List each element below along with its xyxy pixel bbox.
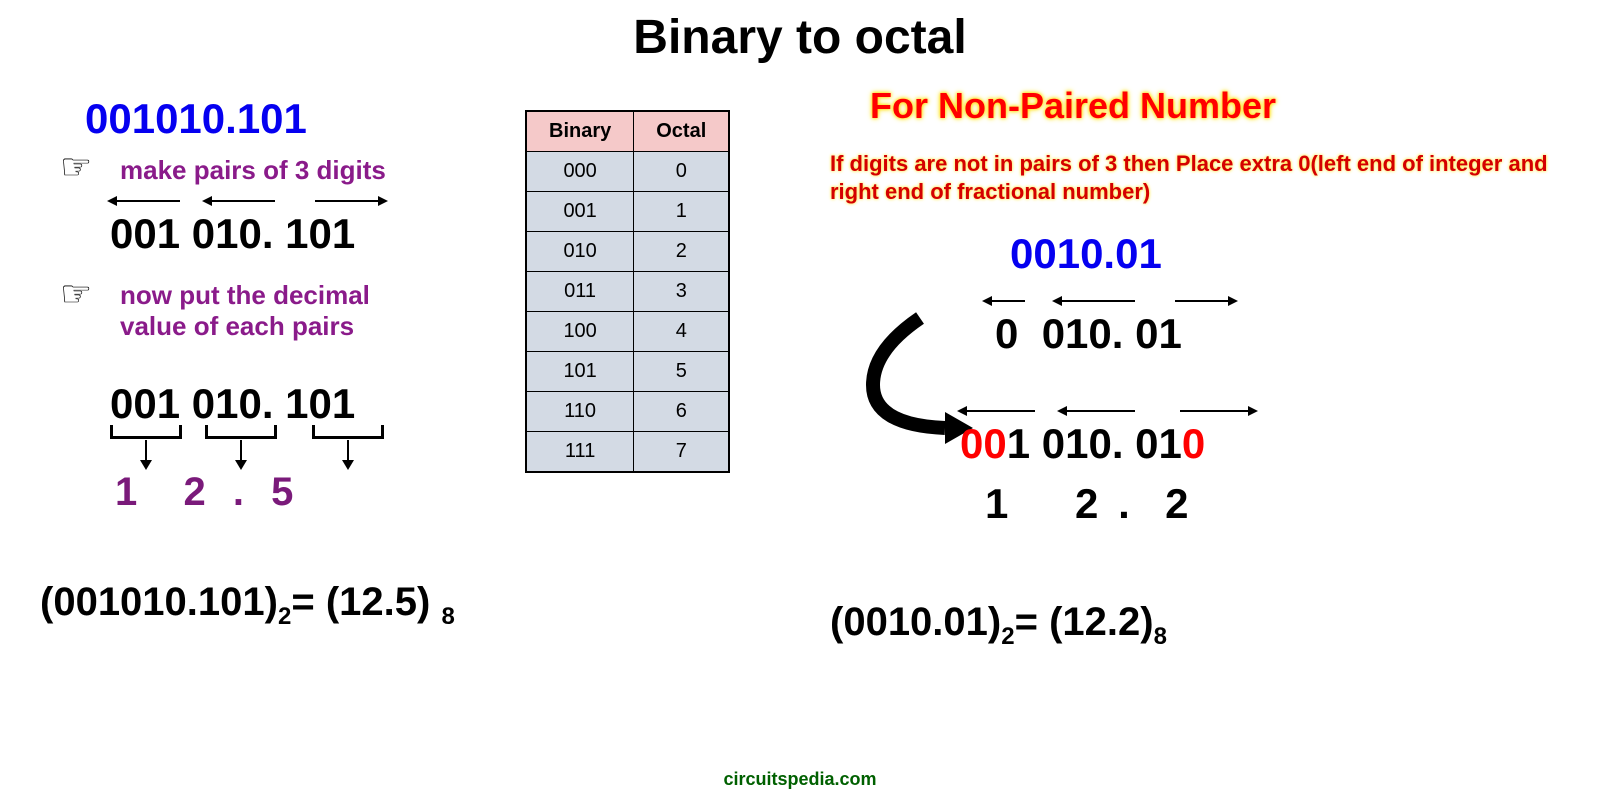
bracket-icon: [110, 425, 182, 439]
pair-3b: 101: [285, 380, 355, 427]
cell-octal: 5: [634, 352, 730, 392]
cell-octal: 4: [634, 312, 730, 352]
left-binary-input: 001010.101: [85, 95, 307, 143]
roct-3: 2: [1165, 480, 1192, 527]
table-header-octal: Octal: [634, 111, 730, 152]
bracket-icon: [205, 425, 277, 439]
rhs: (12.5): [326, 580, 431, 624]
left-pairs-display-2: 001 010. 101: [110, 380, 355, 428]
dot: .: [262, 380, 274, 427]
dot: .: [1118, 480, 1134, 527]
table-row: 1117: [526, 432, 729, 473]
curved-arrow-icon: [865, 300, 975, 450]
cell-binary: 000: [526, 152, 634, 192]
pointer-icon: ☞: [60, 146, 92, 188]
arrow-right-icon: [315, 200, 380, 202]
keep3: 01: [1135, 420, 1182, 467]
grp-mid: 010: [1042, 420, 1112, 467]
rhs-sub: 8: [441, 603, 454, 630]
step2-line1: now put the decimal: [120, 280, 370, 310]
arrow-down-icon: [145, 440, 147, 462]
left-step1-text: make pairs of 3 digits: [120, 155, 386, 186]
arrow-left-icon: [990, 300, 1025, 302]
padding-zero-right: 0: [1182, 420, 1205, 467]
arrow-right-icon: [1180, 410, 1250, 412]
conversion-table: Binary Octal 000000110102011310041015110…: [525, 110, 730, 473]
cell-binary: 110: [526, 392, 634, 432]
table-row: 0000: [526, 152, 729, 192]
padding-zeros-left: 00: [960, 420, 1007, 467]
grp-2: 010: [1042, 310, 1112, 357]
table-row: 0102: [526, 232, 729, 272]
rlhs: (0010.01): [830, 600, 1001, 644]
left-pairs-display: 001 010. 101: [110, 210, 355, 258]
table-row: 1106: [526, 392, 729, 432]
dot: .: [1112, 310, 1124, 357]
pointer-icon: ☞: [60, 273, 92, 315]
oct-2: 2: [183, 470, 213, 514]
lhs-sub: 2: [278, 603, 291, 630]
eq: =: [291, 580, 325, 624]
right-final-equation: (0010.01)2= (12.2)8: [830, 600, 1167, 651]
table-row: 1015: [526, 352, 729, 392]
table-row: 1004: [526, 312, 729, 352]
table-row: 0011: [526, 192, 729, 232]
page-title: Binary to octal: [0, 10, 1600, 65]
cell-binary: 010: [526, 232, 634, 272]
left-final-equation: (001010.101)2= (12.5) 8: [40, 580, 455, 631]
cell-octal: 1: [634, 192, 730, 232]
right-octal-output: 1 2 . 2: [985, 480, 1192, 528]
right-heading: For Non-Paired Number: [870, 85, 1276, 127]
table-header-binary: Binary: [526, 111, 634, 152]
right-binary-input: 0010.01: [1010, 230, 1162, 278]
arrow-left-icon: [210, 200, 275, 202]
lhs: (001010.101): [40, 580, 278, 624]
oct-3: 5: [271, 470, 301, 514]
req: =: [1015, 600, 1049, 644]
cell-octal: 2: [634, 232, 730, 272]
rlhs-sub: 2: [1001, 623, 1014, 650]
grp-3: 01: [1135, 310, 1182, 357]
cell-binary: 100: [526, 312, 634, 352]
pair-2b: 010: [192, 380, 262, 427]
oct-1: 1: [115, 470, 145, 514]
cell-binary: 101: [526, 352, 634, 392]
grp-1: 0: [995, 310, 1018, 357]
arrow-down-icon: [240, 440, 242, 462]
pair-1: 001: [110, 210, 180, 257]
arrow-left-icon: [115, 200, 180, 202]
cell-octal: 6: [634, 392, 730, 432]
cell-octal: 3: [634, 272, 730, 312]
step2-line2: value of each pairs: [120, 311, 354, 341]
arrow-left-icon: [1065, 410, 1135, 412]
cell-binary: 011: [526, 272, 634, 312]
pair-2: 010: [192, 210, 262, 257]
rrhs-sub: 8: [1154, 623, 1167, 650]
bracket-icon: [312, 425, 384, 439]
cell-octal: 0: [634, 152, 730, 192]
roct-2: 2: [1075, 480, 1102, 527]
table-row: 0113: [526, 272, 729, 312]
cell-octal: 7: [634, 432, 730, 473]
right-note-text: If digits are not in pairs of 3 then Pla…: [830, 150, 1560, 205]
right-padded-groups: 001 010. 010: [960, 420, 1205, 468]
arrow-left-icon: [965, 410, 1035, 412]
rrhs: (12.2): [1049, 600, 1154, 644]
footer-credit: circuitspedia.com: [0, 769, 1600, 790]
dot: .: [262, 210, 274, 257]
dot: .: [233, 470, 252, 514]
pair-1b: 001: [110, 380, 180, 427]
left-octal-output: 1 2 . 5: [115, 470, 301, 515]
keep1: 1: [1007, 420, 1030, 467]
cell-binary: 001: [526, 192, 634, 232]
arrow-right-icon: [1175, 300, 1230, 302]
arrow-left-icon: [1060, 300, 1135, 302]
pair-3: 101: [285, 210, 355, 257]
dot: .: [1112, 420, 1124, 467]
cell-binary: 111: [526, 432, 634, 473]
right-unpadded-groups: 0 010. 01: [995, 310, 1182, 358]
arrow-down-icon: [347, 440, 349, 462]
roct-1: 1: [985, 480, 1012, 527]
left-step2-text: now put the decimal value of each pairs: [120, 280, 370, 342]
